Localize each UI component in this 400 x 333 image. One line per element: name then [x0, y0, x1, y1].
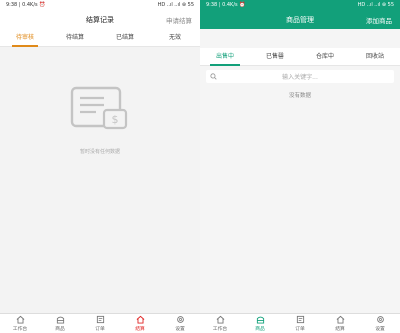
- tab-sold-out[interactable]: 已售罄: [250, 48, 300, 66]
- nav-products[interactable]: 商品: [40, 314, 80, 333]
- page-title: 结算记录: [86, 15, 114, 24]
- apply-settlement-button[interactable]: 申请结算: [166, 15, 192, 25]
- search-input[interactable]: 输入关键字...: [206, 70, 394, 83]
- status-time: 9:38 | 0.4K/s ⏰: [6, 2, 46, 8]
- svg-text:$: $: [112, 113, 119, 126]
- settlement-icon: [336, 315, 344, 324]
- nav-products[interactable]: 商品: [240, 314, 280, 333]
- tab-bar: 待审核 待结算 已结算 无效: [0, 29, 200, 47]
- status-indicators: HD ..ıl ..ıl ⊛ 55: [157, 2, 194, 8]
- nav-settlement[interactable]: 结算: [120, 314, 160, 333]
- no-data-text: 没有数据: [288, 93, 311, 99]
- status-bar: 9:38 | 0.4K/s ⏰ HD ..ıl ..ıl ⊛ 55: [200, 0, 400, 10]
- settlement-icon: [136, 315, 144, 324]
- nav-settlement[interactable]: 结算: [320, 314, 360, 333]
- bottom-nav: 工作台 商品 订单 结算 设置: [200, 313, 400, 333]
- nav-workbench[interactable]: 工作台: [200, 314, 240, 333]
- home-icon: [16, 315, 24, 324]
- empty-state-text: 暂时没有任何数据: [79, 149, 120, 155]
- page-title: 商品管理: [286, 15, 314, 24]
- nav-settings[interactable]: 设置: [160, 314, 200, 333]
- nav-orders[interactable]: 订单: [80, 314, 120, 333]
- status-time: 9:38 | 0.4K/s ⏰: [206, 2, 246, 8]
- tab-warehouse[interactable]: 仓库中: [300, 48, 350, 66]
- tab-on-sale[interactable]: 出售中: [200, 48, 250, 66]
- empty-wallet-icon: $: [70, 86, 128, 130]
- tab-recycle-bin[interactable]: 回收站: [350, 48, 400, 66]
- nav-settings[interactable]: 设置: [360, 314, 400, 333]
- order-icon: [96, 315, 104, 324]
- header: 商品管理 添加商品: [200, 10, 400, 29]
- tab-pending-review[interactable]: 待审核: [0, 29, 50, 47]
- nav-workbench[interactable]: 工作台: [0, 314, 40, 333]
- shop-icon: [256, 316, 264, 324]
- header: 结算记录 申请结算: [0, 10, 200, 29]
- status-indicators: HD ..ıl ..ıl ⊛ 55: [357, 2, 394, 8]
- home-icon: [216, 315, 224, 324]
- status-bar: 9:38 | 0.4K/s ⏰ HD ..ıl ..ıl ⊛ 55: [0, 0, 200, 10]
- nav-orders[interactable]: 订单: [280, 314, 320, 333]
- tab-settled[interactable]: 已结算: [100, 29, 150, 47]
- shop-icon: [56, 316, 64, 324]
- product-management-screen: 9:38 | 0.4K/s ⏰ HD ..ıl ..ıl ⊛ 55 商品管理 添…: [200, 0, 400, 333]
- tab-bar: 出售中 已售罄 仓库中 回收站: [200, 48, 400, 66]
- order-icon: [296, 315, 304, 324]
- gear-icon: [376, 316, 384, 323]
- add-product-button[interactable]: 添加商品: [366, 15, 392, 25]
- gear-icon: [176, 316, 184, 323]
- tab-invalid[interactable]: 无效: [150, 29, 200, 47]
- settlement-screen: 9:38 | 0.4K/s ⏰ HD ..ıl ..ıl ⊛ 55 结算记录 申…: [0, 0, 200, 333]
- bottom-nav: 工作台 商品 订单 结算 设置: [0, 313, 200, 333]
- tab-pending-settlement[interactable]: 待结算: [50, 29, 100, 47]
- search-placeholder: 输入关键字...: [282, 74, 318, 81]
